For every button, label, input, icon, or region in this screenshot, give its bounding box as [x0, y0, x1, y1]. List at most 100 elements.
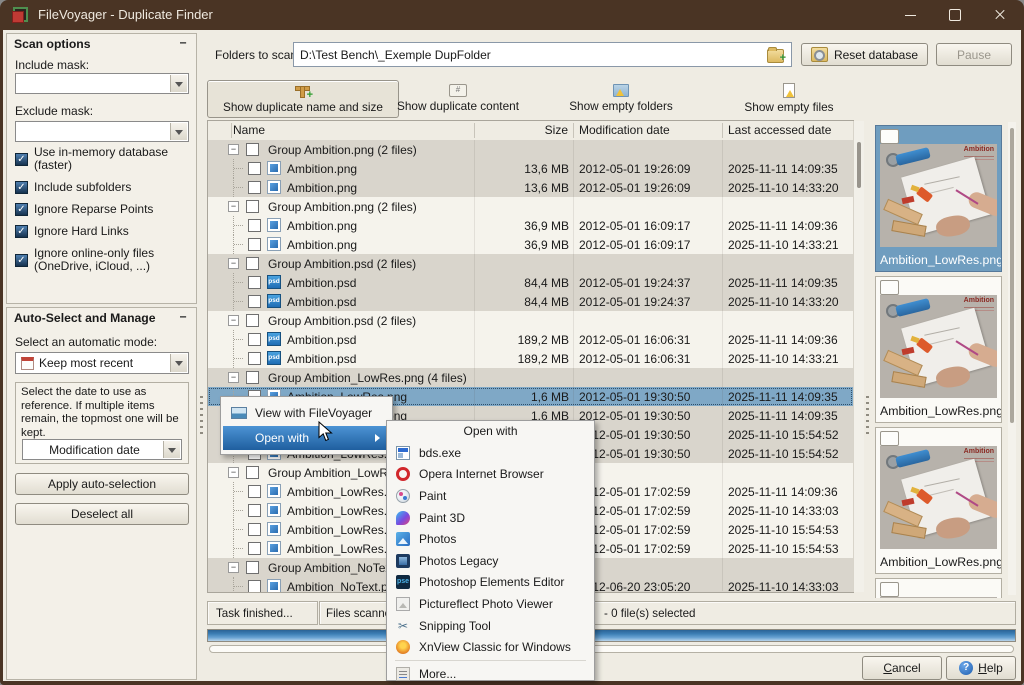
table-row[interactable]: Ambition.png13,6 MB2012-05-01 19:26:0920… — [208, 178, 853, 197]
group-checkbox[interactable] — [246, 466, 259, 479]
tab-show-duplicate-content[interactable]: # Show duplicate content — [390, 80, 526, 116]
file-checkbox[interactable] — [248, 542, 261, 555]
collapse-expander-icon[interactable]: − — [228, 258, 239, 269]
help-button[interactable]: ? Help — [946, 656, 1016, 680]
checkbox-icon[interactable]: ✓ — [15, 153, 28, 166]
open-with-app-item[interactable]: Paint 3D — [389, 507, 592, 529]
checkbox-row[interactable]: ✓Ignore Hard Links — [15, 225, 192, 238]
apply-auto-selection-button[interactable]: Apply auto-selection — [15, 473, 189, 495]
include-mask-combobox[interactable] — [15, 73, 189, 94]
open-with-app-item[interactable]: XnView Classic for Windows — [389, 636, 592, 658]
table-row[interactable]: psdAmbition.psd84,4 MB2012-05-01 19:24:3… — [208, 273, 853, 292]
checkbox-icon[interactable]: ✓ — [15, 181, 28, 194]
maximize-button[interactable] — [935, 0, 975, 30]
file-checkbox[interactable] — [248, 181, 261, 194]
chevron-down-icon[interactable] — [170, 75, 187, 92]
thumbnail-checkbox[interactable] — [880, 582, 899, 597]
add-folder-icon[interactable]: + — [767, 46, 785, 62]
checkbox-row[interactable]: ✓Use in-memory database (faster) — [15, 146, 192, 172]
reference-date-combobox[interactable]: Modification date — [22, 439, 182, 460]
checkbox-icon[interactable]: ✓ — [15, 254, 28, 267]
open-with-app-item[interactable]: Photos Legacy — [389, 550, 592, 572]
checkbox-row[interactable]: ✓Ignore Reparse Points — [15, 203, 192, 216]
file-checkbox[interactable] — [248, 295, 261, 308]
open-with-app-item[interactable]: Paint — [389, 485, 592, 507]
scrollbar-thumb[interactable] — [857, 142, 861, 188]
checkbox-icon[interactable]: ✓ — [15, 203, 28, 216]
collapse-auto-select-button[interactable]: − — [176, 311, 190, 325]
exclude-mask-combobox[interactable] — [15, 121, 189, 142]
column-header-size[interactable]: Size — [468, 123, 568, 137]
thumbnail-checkbox[interactable] — [880, 280, 899, 295]
tab-show-empty-files[interactable]: Show empty files — [730, 80, 848, 116]
open-with-app-item[interactable]: Photos — [389, 528, 592, 550]
deselect-all-button[interactable]: Deselect all — [15, 503, 189, 525]
group-row[interactable]: −Group Ambition.png (2 files) — [208, 197, 853, 216]
group-row[interactable]: −Group Ambition.psd (2 files) — [208, 311, 853, 330]
file-checkbox[interactable] — [248, 238, 261, 251]
collapse-expander-icon[interactable]: − — [228, 201, 239, 212]
open-with-app-item[interactable]: bds.exe — [389, 442, 592, 464]
table-row[interactable]: psdAmbition.psd189,2 MB2012-05-01 16:06:… — [208, 349, 853, 368]
file-checkbox[interactable] — [248, 580, 261, 592]
table-row[interactable]: psdAmbition.psd84,4 MB2012-05-01 19:24:3… — [208, 292, 853, 311]
tab-show-duplicate-name-size[interactable]: + Show duplicate name and size — [207, 80, 399, 118]
minimize-button[interactable] — [890, 0, 930, 30]
automatic-mode-combobox[interactable]: Keep most recent — [15, 352, 189, 374]
folders-to-scan-input[interactable] — [293, 42, 792, 67]
thumbnail-card[interactable]: AmbitionAmbition_LowRes.png — [875, 125, 1002, 272]
menu-item-view-with-filevoyager[interactable]: View with FileVoyager — [223, 400, 390, 425]
close-button[interactable] — [980, 0, 1020, 30]
file-checkbox[interactable] — [248, 523, 261, 536]
file-checkbox[interactable] — [248, 504, 261, 517]
left-splitter-handle[interactable] — [200, 396, 203, 438]
group-row[interactable]: −Group Ambition.png (2 files) — [208, 140, 853, 159]
file-checkbox[interactable] — [248, 485, 261, 498]
open-with-app-item[interactable]: Opera Internet Browser — [389, 464, 592, 486]
group-checkbox[interactable] — [246, 143, 259, 156]
table-scrollbar[interactable] — [853, 121, 864, 592]
file-checkbox[interactable] — [248, 276, 261, 289]
open-with-app-item[interactable]: Pictureflect Photo Viewer — [389, 593, 592, 615]
group-checkbox[interactable] — [246, 200, 259, 213]
chevron-down-icon[interactable] — [170, 123, 187, 140]
checkbox-row[interactable]: ✓Include subfolders — [15, 181, 192, 194]
thumbnail-checkbox[interactable] — [880, 431, 899, 446]
collapse-expander-icon[interactable]: − — [228, 144, 239, 155]
collapse-scan-options-button[interactable]: − — [176, 37, 190, 51]
chevron-down-icon[interactable] — [163, 441, 180, 458]
thumbnail-checkbox[interactable] — [880, 129, 899, 144]
table-row[interactable]: psdAmbition.psd189,2 MB2012-05-01 16:06:… — [208, 330, 853, 349]
open-with-app-item[interactable]: More... — [389, 663, 592, 685]
reset-database-button[interactable]: Reset database — [801, 43, 928, 66]
group-row[interactable]: −Group Ambition.psd (2 files) — [208, 254, 853, 273]
file-checkbox[interactable] — [248, 219, 261, 232]
checkbox-row[interactable]: ✓Ignore online-only files (OneDrive, iCl… — [15, 247, 192, 273]
group-checkbox[interactable] — [246, 257, 259, 270]
tab-show-empty-folders[interactable]: Show empty folders — [560, 80, 682, 116]
open-with-app-item[interactable]: Snipping Tool — [389, 615, 592, 637]
group-row[interactable]: −Group Ambition_LowRes.png (4 files) — [208, 368, 853, 387]
menu-item-open-with[interactable]: Open with — [223, 426, 390, 450]
thumbnail-card[interactable]: AmbitionAmbition_LowRes.png — [875, 276, 1002, 423]
file-checkbox[interactable] — [248, 162, 261, 175]
checkbox-icon[interactable]: ✓ — [15, 225, 28, 238]
file-checkbox[interactable] — [248, 333, 261, 346]
thumbnail-card[interactable]: AmbitionAmbition_LowRes.png — [875, 427, 1002, 574]
table-header[interactable]: Name Size Modification date Last accesse… — [208, 121, 853, 141]
pause-button[interactable]: Pause — [936, 43, 1012, 66]
scrollbar-thumb[interactable] — [1010, 128, 1014, 423]
collapse-expander-icon[interactable]: − — [228, 467, 239, 478]
collapse-expander-icon[interactable]: − — [228, 562, 239, 573]
thumbnail-card[interactable]: Ambition — [875, 578, 1002, 598]
group-checkbox[interactable] — [246, 371, 259, 384]
collapse-expander-icon[interactable]: − — [228, 315, 239, 326]
column-header-name[interactable]: Name — [233, 123, 265, 137]
table-row[interactable]: Ambition.png36,9 MB2012-05-01 16:09:1720… — [208, 235, 853, 254]
right-splitter-handle[interactable] — [866, 396, 869, 438]
chevron-down-icon[interactable] — [170, 354, 187, 372]
group-checkbox[interactable] — [246, 314, 259, 327]
file-checkbox[interactable] — [248, 352, 261, 365]
group-checkbox[interactable] — [246, 561, 259, 574]
table-row[interactable]: Ambition.png36,9 MB2012-05-01 16:09:1720… — [208, 216, 853, 235]
